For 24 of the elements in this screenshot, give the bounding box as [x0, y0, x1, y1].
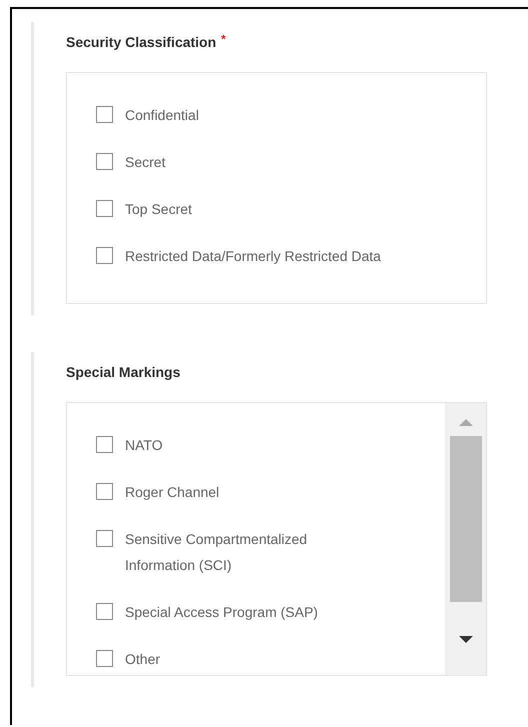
checkbox-label: Special Access Program (SAP): [125, 603, 318, 622]
checkbox-label: Top Secret: [125, 200, 192, 219]
checkbox-label: Confidential: [125, 106, 199, 125]
scroll-up-icon[interactable]: [458, 419, 472, 426]
checkbox-label: Other: [125, 650, 160, 669]
checkbox[interactable]: [96, 483, 113, 500]
checkbox[interactable]: [96, 436, 113, 453]
checkbox[interactable]: [96, 153, 113, 170]
section-title: Security Classification: [66, 34, 216, 50]
checkbox-label: Secret: [125, 153, 166, 172]
checkbox[interactable]: [96, 530, 113, 547]
section-title: Special Markings: [66, 364, 180, 380]
checkbox[interactable]: [96, 200, 113, 217]
checkbox[interactable]: [96, 106, 113, 123]
scrollbar-thumb[interactable]: [450, 436, 482, 602]
checkbox[interactable]: [96, 650, 113, 667]
checkbox[interactable]: [96, 247, 113, 264]
scroll-down-icon[interactable]: [458, 636, 472, 643]
checkbox-label: Roger Channel: [125, 483, 220, 502]
required-mark: *: [221, 32, 226, 46]
checkbox-label: Sensitive Compartmentalized Information (SCI): [125, 530, 308, 575]
checkbox-label: NATO: [125, 436, 163, 455]
checkbox-label: Restricted Data/Formerly Restricted Data: [125, 247, 381, 266]
checkbox[interactable]: [96, 603, 113, 620]
